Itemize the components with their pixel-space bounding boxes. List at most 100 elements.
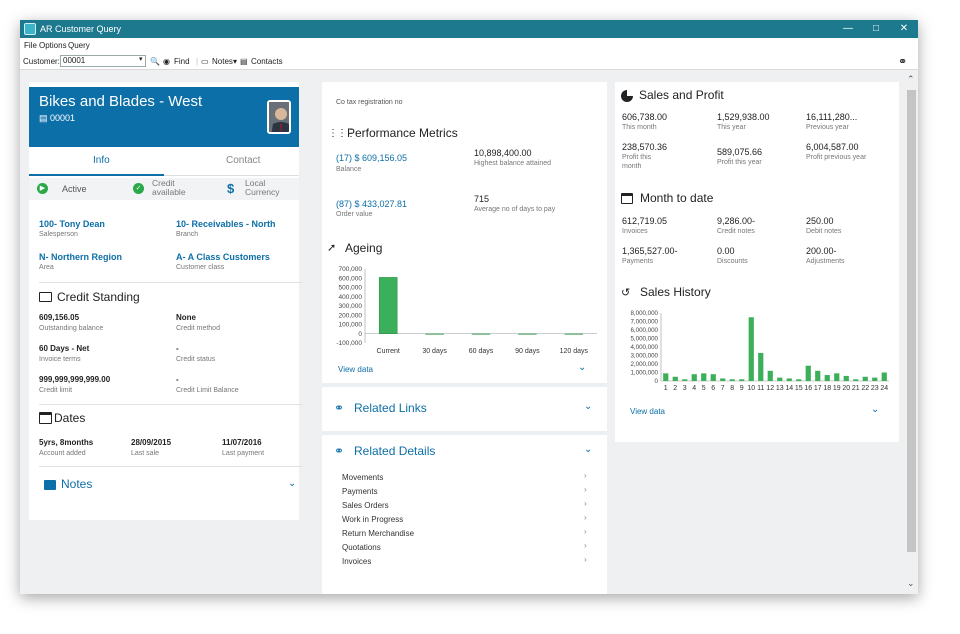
credit-standing-title: Credit Standing bbox=[57, 290, 140, 304]
find-button[interactable]: Find bbox=[174, 57, 190, 66]
chevron-right-icon[interactable]: › bbox=[584, 527, 587, 536]
debit-notes-value: 250.00 bbox=[806, 216, 834, 226]
invoices-label: Invoices bbox=[622, 228, 648, 235]
x-tick-label: 16 bbox=[804, 385, 812, 392]
sales-history-bar bbox=[862, 376, 868, 381]
y-tick-label: 200,000 bbox=[339, 312, 363, 319]
search-icon[interactable]: 🔍 bbox=[150, 57, 160, 66]
profit-month-value: 238,570.36 bbox=[622, 142, 668, 152]
salesperson-label: Salesperson bbox=[39, 231, 78, 238]
chevron-down-icon[interactable]: ⌄ bbox=[584, 401, 592, 412]
menu-file[interactable]: File bbox=[24, 41, 37, 50]
y-tick-label: 0 bbox=[358, 331, 362, 338]
toolbar-divider: | bbox=[196, 57, 199, 66]
sales-history-title: Sales History bbox=[640, 285, 711, 299]
tax-registration-label: Co tax registration no bbox=[336, 99, 403, 106]
chevron-right-icon[interactable]: › bbox=[584, 471, 587, 480]
related-item-movements[interactable]: Movements bbox=[342, 473, 383, 482]
area-value[interactable]: N- Northern Region bbox=[39, 252, 122, 262]
salesperson-value[interactable]: 100- Tony Dean bbox=[39, 219, 105, 229]
chevron-right-icon[interactable]: › bbox=[584, 555, 587, 564]
ageing-chevron-down-icon[interactable]: ⌄ bbox=[578, 362, 586, 373]
notes-button[interactable]: Notes bbox=[212, 57, 233, 66]
account-added-value: 5yrs, 8months bbox=[39, 438, 94, 447]
credit-method-value: None bbox=[176, 313, 196, 322]
chevron-right-icon[interactable]: › bbox=[584, 541, 587, 550]
customer-input[interactable]: 00001 bbox=[60, 55, 146, 67]
x-tick-label: 15 bbox=[795, 385, 803, 392]
sales-history-chart: 8,000,000 7,000,0006,000,000 5,000,0004,00… bbox=[630, 310, 889, 392]
sales-history-view-data-link[interactable]: View data bbox=[630, 407, 665, 416]
calendar-icon bbox=[39, 412, 52, 424]
sales-history-bar bbox=[701, 373, 707, 381]
section-gap bbox=[322, 383, 607, 387]
related-item-quotations[interactable]: Quotations bbox=[342, 543, 381, 552]
adjustments-value: 200.00- bbox=[806, 246, 837, 256]
credit-notes-value: 9,286.00- bbox=[717, 216, 756, 226]
credit-limit-balance-value: - bbox=[176, 375, 179, 384]
link-icon[interactable]: ⚭ bbox=[898, 55, 907, 68]
order-value-label: Order value bbox=[336, 211, 373, 218]
chevron-down-icon[interactable]: ⌄ bbox=[584, 444, 592, 455]
menu-options[interactable]: Options bbox=[39, 41, 67, 50]
x-tick-label: 120 days bbox=[560, 348, 589, 355]
customer-label: Customer: bbox=[23, 57, 60, 66]
branch-value[interactable]: 10- Receivables - North bbox=[176, 219, 276, 229]
scroll-up-icon[interactable]: ⌃ bbox=[907, 74, 915, 85]
contacts-button[interactable]: Contacts bbox=[251, 57, 283, 66]
briefcase-icon: ▤ bbox=[39, 113, 48, 123]
related-item-work-in-progress[interactable]: Work in Progress bbox=[342, 515, 403, 524]
vertical-scrollbar[interactable]: ⌃ ⌄ bbox=[905, 72, 918, 594]
customer-class-value[interactable]: A- A Class Customers bbox=[176, 252, 270, 262]
balance-label: Balance bbox=[336, 166, 362, 173]
related-details-header[interactable]: ⚭ Related Details ⌄ bbox=[322, 443, 607, 463]
x-tick-label: 12 bbox=[766, 385, 774, 392]
invoice-terms-value: 60 Days - Net bbox=[39, 344, 90, 353]
this-year-label: This year bbox=[717, 124, 746, 131]
related-item-return-merchandise[interactable]: Return Merchandise bbox=[342, 529, 414, 538]
related-item-payments[interactable]: Payments bbox=[342, 487, 378, 496]
chevron-down-icon[interactable]: ⌄ bbox=[288, 478, 296, 489]
chevron-right-icon[interactable]: › bbox=[584, 513, 587, 522]
sales-history-bar bbox=[881, 372, 887, 381]
sales-history-chevron-down-icon[interactable]: ⌄ bbox=[871, 404, 879, 415]
y-tick-label: 7,000,000 bbox=[630, 319, 658, 326]
sales-history-bar bbox=[729, 379, 735, 381]
ageing-bar bbox=[564, 333, 584, 335]
chevron-right-icon[interactable]: › bbox=[584, 485, 587, 494]
sales-history-bar bbox=[758, 352, 764, 381]
notes-dropdown-icon[interactable]: ▾ bbox=[233, 57, 237, 66]
minimize-button[interactable]: — bbox=[834, 20, 862, 38]
related-item-invoices[interactable]: Invoices bbox=[342, 557, 371, 566]
scrollbar-thumb[interactable] bbox=[907, 90, 916, 552]
sales-history-bar bbox=[796, 379, 802, 381]
tab-divider bbox=[164, 175, 299, 176]
scroll-down-icon[interactable]: ⌄ bbox=[907, 578, 915, 589]
window-title: AR Customer Query bbox=[40, 24, 122, 34]
ageing-bar bbox=[378, 277, 398, 335]
ageing-view-data-link[interactable]: View data bbox=[338, 365, 373, 374]
tab-contact[interactable]: Contact bbox=[226, 155, 260, 166]
menu-query[interactable]: Query bbox=[68, 41, 90, 50]
maximize-button[interactable]: □ bbox=[862, 20, 890, 38]
close-button[interactable]: ✕ bbox=[890, 20, 918, 38]
y-tick-label: 1,000,000 bbox=[630, 370, 658, 377]
order-value[interactable]: (87) $ 433,027.81 bbox=[336, 199, 407, 209]
y-tick-label: 3,000,000 bbox=[630, 353, 658, 360]
sales-history-bar bbox=[672, 376, 678, 381]
related-links-section[interactable]: ⚭ Related Links ⌄ bbox=[322, 400, 607, 420]
related-item-sales-orders[interactable]: Sales Orders bbox=[342, 501, 389, 510]
balance-value[interactable]: (17) $ 609,156.05 bbox=[336, 153, 407, 163]
app-icon bbox=[24, 23, 36, 35]
tab-info[interactable]: Info bbox=[93, 155, 110, 166]
payments-value: 1,365,527.00- bbox=[622, 246, 678, 256]
notes-section[interactable]: Notes ⌄ bbox=[39, 475, 301, 499]
chevron-down-icon[interactable]: ▾ bbox=[139, 55, 143, 63]
credit-status-label: Credit status bbox=[176, 356, 216, 363]
x-tick-label: 6 bbox=[711, 385, 715, 392]
dates-title: Dates bbox=[54, 411, 86, 425]
chevron-right-icon[interactable]: › bbox=[584, 499, 587, 508]
title-bar: AR Customer Query — □ ✕ bbox=[20, 20, 918, 38]
x-tick-label: 21 bbox=[852, 385, 860, 392]
y-tick-label: 700,000 bbox=[339, 266, 363, 273]
